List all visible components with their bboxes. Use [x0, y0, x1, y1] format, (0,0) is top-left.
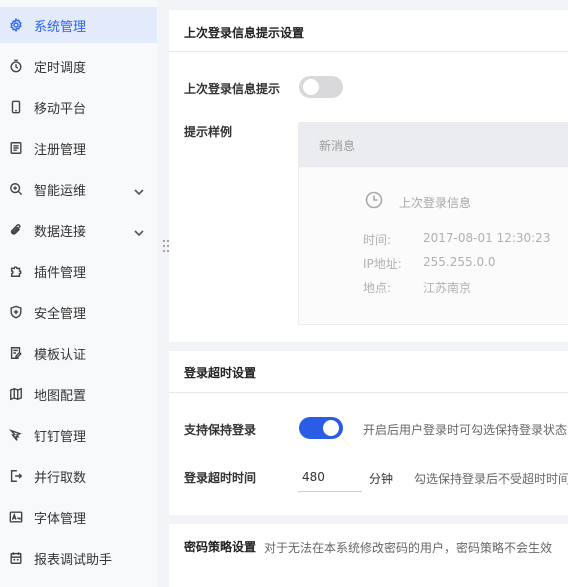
timeout-title: 登录超时设置 [184, 366, 257, 380]
sidebar-item-register[interactable]: 注册管理 [0, 130, 157, 166]
chevron-down-icon[interactable] [133, 224, 145, 237]
sidebar-item-system[interactable]: 系统管理 [0, 7, 157, 43]
keep-login-hint: 开启后用户登录时可勾选保持登录状态 [363, 423, 568, 437]
keep-login-toggle[interactable] [299, 417, 343, 439]
sidebar-item-mobile[interactable]: 移动平台 [0, 89, 157, 125]
password-policy-hint: 对于无法在本系统修改密码的用户，密码策略不会生效 [264, 541, 553, 555]
debug-icon [9, 551, 23, 565]
sample-row-value: 2017-08-01 12:30:23 [423, 231, 551, 245]
sidebar-item-label: 定时调度 [34, 60, 87, 76]
sidebar-item-debug[interactable]: 报表调试助手 [0, 540, 157, 576]
sample-header: 新消息 [299, 123, 568, 167]
timer-icon [9, 59, 23, 73]
last-login-toggle-label: 上次登录信息提示 [184, 82, 281, 96]
sample-row-key: 时间: [363, 233, 392, 247]
sample-label: 提示样例 [184, 125, 233, 139]
sidebar-item-label: 安全管理 [34, 306, 87, 322]
divider [169, 392, 568, 393]
paperclip-icon [9, 223, 23, 237]
sidebar-item-fonts[interactable]: 字体管理 [0, 499, 157, 535]
sample-body: 上次登录信息 时间: 2017-08-01 12:30:23 IP地址: 255… [299, 168, 568, 324]
sidebar-item-label: 字体管理 [34, 511, 87, 527]
keep-login-label: 支持保持登录 [184, 423, 257, 437]
sidebar-item-map[interactable]: 地图配置 [0, 376, 157, 412]
sidebar-item-label: 注册管理 [34, 142, 87, 158]
timeout-minutes-input[interactable] [298, 463, 362, 492]
sidebar-item-label: 系统管理 [34, 19, 87, 35]
sample-row-key: 地点: [363, 281, 392, 295]
sample-row-value: 江苏南京 [423, 281, 472, 295]
puzzle-icon [9, 264, 23, 278]
password-policy-title: 密码策略设置 [184, 540, 257, 554]
sidebar-item-template-cert[interactable]: 模板认证 [0, 335, 157, 371]
map-icon [9, 387, 23, 401]
template-cert-icon [9, 346, 23, 360]
sample-row-key: IP地址: [363, 257, 402, 271]
sample-message-title: 上次登录信息 [399, 196, 472, 210]
sidebar-item-dingtalk[interactable]: 钉钉管理 [0, 417, 157, 453]
sidebar-item-label: 模板认证 [34, 347, 87, 363]
clock-icon [365, 191, 383, 209]
font-icon [9, 510, 23, 524]
sidebar-item-schedule[interactable]: 定时调度 [0, 48, 157, 84]
sample-header-text: 新消息 [319, 139, 356, 153]
sidebar-item-data-connection[interactable]: 数据连接 [0, 212, 157, 248]
sidebar-item-security[interactable]: 安全管理 [0, 294, 157, 330]
sidebar: 系统管理 定时调度 移动平台 注册管理 智能运维 数据连接 插件管理 安全管理 … [0, 0, 157, 587]
last-login-toggle[interactable] [299, 76, 343, 98]
chevron-down-icon[interactable] [133, 183, 145, 196]
login-sample-preview: 新消息 上次登录信息 时间: 2017-08-01 12:30:23 IP地址:… [298, 122, 568, 325]
sidebar-item-plugins[interactable]: 插件管理 [0, 253, 157, 289]
timeout-unit: 分钟 [369, 472, 394, 486]
mobile-icon [9, 100, 23, 114]
sidebar-item-label: 报表调试助手 [34, 552, 113, 568]
password-policy-card: 密码策略设置 对于无法在本系统修改密码的用户，密码策略不会生效 [169, 524, 568, 587]
main-content: 上次登录信息提示设置 上次登录信息提示 提示样例 新消息 上次登录信息 时间: … [169, 0, 568, 587]
sidebar-item-label: 插件管理 [34, 265, 87, 281]
parallel-icon [9, 469, 23, 483]
gear-icon [9, 18, 23, 32]
sidebar-item-label: 钉钉管理 [34, 429, 87, 445]
sample-row-value: 255.255.0.0 [423, 255, 496, 269]
shield-icon [9, 305, 23, 319]
timeout-time-label: 登录超时时间 [184, 471, 257, 485]
sidebar-item-label: 智能运维 [34, 183, 87, 199]
ops-icon [9, 182, 23, 196]
sidebar-item-parallel[interactable]: 并行取数 [0, 458, 157, 494]
divider [169, 51, 568, 52]
register-icon [9, 141, 23, 155]
sidebar-item-label: 并行取数 [34, 470, 87, 486]
timeout-hint: 勾选保持登录后不受超时时间 [414, 472, 568, 486]
sidebar-item-label: 移动平台 [34, 101, 87, 117]
sidebar-item-label: 地图配置 [34, 388, 87, 404]
dingtalk-icon [9, 428, 23, 442]
last-login-title: 上次登录信息提示设置 [184, 26, 305, 40]
sidebar-item-label: 数据连接 [34, 224, 87, 240]
sidebar-item-ops[interactable]: 智能运维 [0, 171, 157, 207]
